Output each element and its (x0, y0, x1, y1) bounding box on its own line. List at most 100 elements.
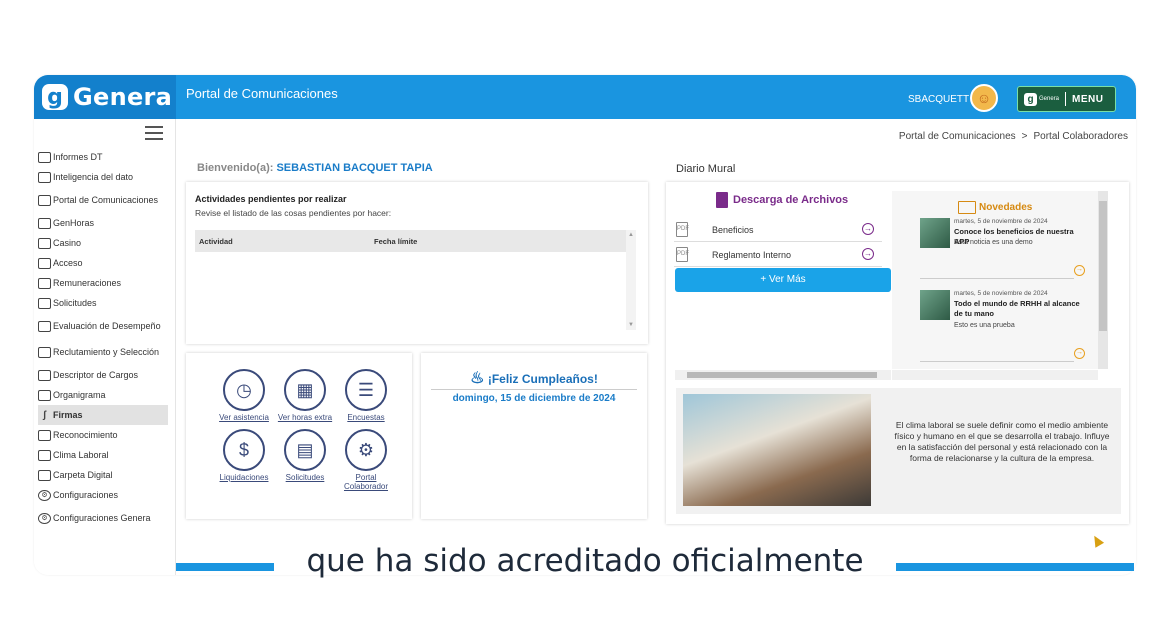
gear-icon: ⚙ (38, 512, 51, 524)
sidebar-item-remuneraciones[interactable]: Remuneraciones (38, 273, 168, 293)
sidebar-item-inteligencia-del-dato[interactable]: Inteligencia del dato (38, 167, 168, 187)
signature-icon: ʃ (42, 409, 47, 421)
sidebar-item-configuraciones[interactable]: ⚙ Configuraciones (38, 485, 168, 505)
calendar-icon: ▦ (284, 369, 326, 411)
main-content: Portal de Comunicaciones > Portal Colabora… (176, 119, 1136, 575)
sidebar-item-label: Evaluación de Desempeño (53, 321, 161, 331)
team-high-five-image (683, 394, 871, 506)
shortcut-encuestas[interactable]: ☰ Encuestas (334, 369, 398, 422)
shortcut-solicitudes[interactable]: ▤ Solicitudes (273, 429, 337, 482)
divider (431, 389, 637, 390)
breadcrumb-item[interactable]: Portal Colaboradores (1034, 131, 1129, 142)
app-window: g Genera Portal de Comunicaciones SBACQU… (34, 75, 1136, 575)
news-item[interactable]: martes, 5 de noviembre de 2024 Conoce lo… (920, 218, 1088, 288)
shortcut-portal-colaborador[interactable]: ⚙ Portal Colaborador (334, 429, 398, 491)
divider (920, 278, 1074, 279)
hamburger-menu-icon[interactable] (145, 126, 163, 140)
sidebar-item-descriptor-de-cargos[interactable]: Descriptor de Cargos (38, 365, 168, 385)
sidebar-item-informes-dt[interactable]: Informes DT (38, 147, 168, 167)
breadcrumb-item[interactable]: Portal de Comunicaciones (899, 131, 1016, 142)
see-more-button[interactable]: + Ver Más (675, 268, 891, 292)
column-header-actividad[interactable]: Actividad (199, 237, 233, 246)
shortcut-liquidaciones[interactable]: $ Liquidaciones (212, 429, 276, 482)
arrow-right-circle-icon[interactable]: → (1074, 265, 1085, 276)
downloads-horizontal-scrollbar[interactable] (675, 370, 891, 380)
sidebar-item-reclutamiento-y-seleccion[interactable]: Reclutamiento y Selección (38, 339, 168, 365)
sidebar-item-label: GenHoras (53, 218, 95, 228)
birthday-title: ♨ ¡Feliz Cumpleaños! (421, 368, 647, 388)
file-row-reglamento-interno[interactable]: PDF Reglamento Interno → (674, 243, 882, 267)
divider (920, 361, 1074, 362)
genera-small-logo-icon: g (1024, 92, 1037, 106)
news-scrollbar[interactable] (1098, 191, 1108, 369)
sidebar-item-label: Configuraciones (53, 490, 119, 500)
sidebar-item-label: Remuneraciones (53, 278, 122, 288)
sidebar-item-organigrama[interactable]: Organigrama (38, 385, 168, 405)
sidebar-item-label: Inteligencia del dato (53, 172, 134, 182)
shortcut-label: Portal Colaborador (343, 473, 389, 491)
shortcut-ver-horas-extra[interactable]: ▦ Ver horas extra (273, 369, 337, 422)
newspaper-icon (958, 201, 976, 214)
sidebar-item-label: Casino (53, 238, 82, 248)
brand-logo[interactable]: g Genera (34, 75, 176, 119)
sidebar-item-casino[interactable]: Casino (38, 233, 168, 253)
sidebar-item-label: Carpeta Digital (53, 470, 113, 480)
downloads-header: Descarga de Archivos (716, 192, 848, 208)
diario-mural-title: Diario Mural (676, 163, 736, 175)
news-thumbnail (920, 218, 950, 248)
username[interactable]: SBACQUETT (908, 94, 969, 105)
menu-button[interactable]: g Genera MENU (1017, 86, 1116, 112)
shortcut-label: Encuestas (347, 413, 385, 422)
news-item[interactable]: martes, 5 de noviembre de 2024 Todo el m… (920, 290, 1088, 365)
pending-scrollbar[interactable]: ▲ ▼ (626, 230, 636, 330)
sidebar-item-configuraciones-genera[interactable]: ⚙ Configuraciones Genera (38, 505, 168, 531)
downloads-title: Descarga de Archivos (733, 193, 849, 206)
scroll-thumb[interactable] (1099, 201, 1107, 331)
birthday-card: ♨ ¡Feliz Cumpleaños! domingo, 15 de dici… (421, 353, 647, 519)
diario-mural-panel: Descarga de Archivos PDF Beneficios → PD… (666, 182, 1129, 524)
sidebar-item-solicitudes[interactable]: Solicitudes (38, 293, 168, 313)
sidebar-item-evaluacion-de-desempeno[interactable]: Evaluación de Desempeño (38, 313, 168, 339)
scroll-thumb[interactable] (687, 372, 877, 378)
sidebar-item-firmas[interactable]: ʃ Firmas (38, 405, 168, 425)
clima-laboral-banner: El clima laboral se suele definir como e… (676, 388, 1121, 514)
scroll-down-icon[interactable]: ▼ (628, 322, 634, 328)
shortcut-label: Ver asistencia (219, 413, 269, 422)
arrow-right-circle-icon[interactable]: → (862, 223, 874, 235)
app-title: Portal de Comunicaciones (186, 86, 338, 101)
arrow-right-circle-icon[interactable]: → (862, 248, 874, 260)
sidebar-item-carpeta-digital[interactable]: Carpeta Digital (38, 465, 168, 485)
avatar[interactable]: ☺ (970, 84, 998, 112)
sidebar-item-genhoras[interactable]: GenHoras (38, 213, 168, 233)
welcome-prefix: Bienvenido(a): (197, 162, 274, 174)
shortcut-ver-asistencia[interactable]: ◷ Ver asistencia (212, 369, 276, 422)
caption-accent-right (896, 563, 1134, 571)
chart-icon (38, 171, 51, 183)
document-icon: ▤ (284, 429, 326, 471)
shortcut-label: Solicitudes (285, 473, 325, 482)
shortcut-label: Ver horas extra (277, 413, 333, 422)
card-icon (38, 369, 51, 381)
sidebar-item-portal-de-comunicaciones[interactable]: Portal de Comunicaciones (38, 187, 168, 213)
sidebar-item-acceso[interactable]: Acceso (38, 253, 168, 273)
sidebar: Informes DT Inteligencia del dato Portal… (34, 119, 176, 575)
news-horizontal-scrollbar[interactable] (892, 370, 1098, 380)
clock-screen-icon: ◷ (223, 369, 265, 411)
video-caption: que ha sido acreditado oficialmente (306, 543, 864, 579)
news-title: Novedades (979, 202, 1033, 214)
sidebar-item-label: Reclutamiento y Selección (53, 347, 160, 357)
news-date: martes, 5 de noviembre de 2024 (954, 290, 1048, 297)
scroll-up-icon[interactable]: ▲ (628, 232, 634, 238)
sidebar-item-reconocimiento[interactable]: Reconocimiento (38, 425, 168, 445)
document-icon (38, 297, 51, 309)
sidebar-item-label: Reconocimiento (53, 430, 118, 440)
sidebar-item-clima-laboral[interactable]: Clima Laboral (38, 445, 168, 465)
pending-table-header: Actividad Fecha límite (195, 230, 626, 252)
breadcrumb: Portal de Comunicaciones > Portal Colabora… (899, 131, 1128, 142)
file-name: Beneficios (712, 225, 754, 235)
genera-logo-icon: g (42, 84, 68, 110)
column-header-fecha-limite[interactable]: Fecha límite (374, 237, 417, 246)
pending-title: Actividades pendientes por realizar (195, 194, 347, 204)
file-row-beneficios[interactable]: PDF Beneficios → (674, 218, 882, 242)
arrow-right-circle-icon[interactable]: → (1074, 348, 1085, 359)
